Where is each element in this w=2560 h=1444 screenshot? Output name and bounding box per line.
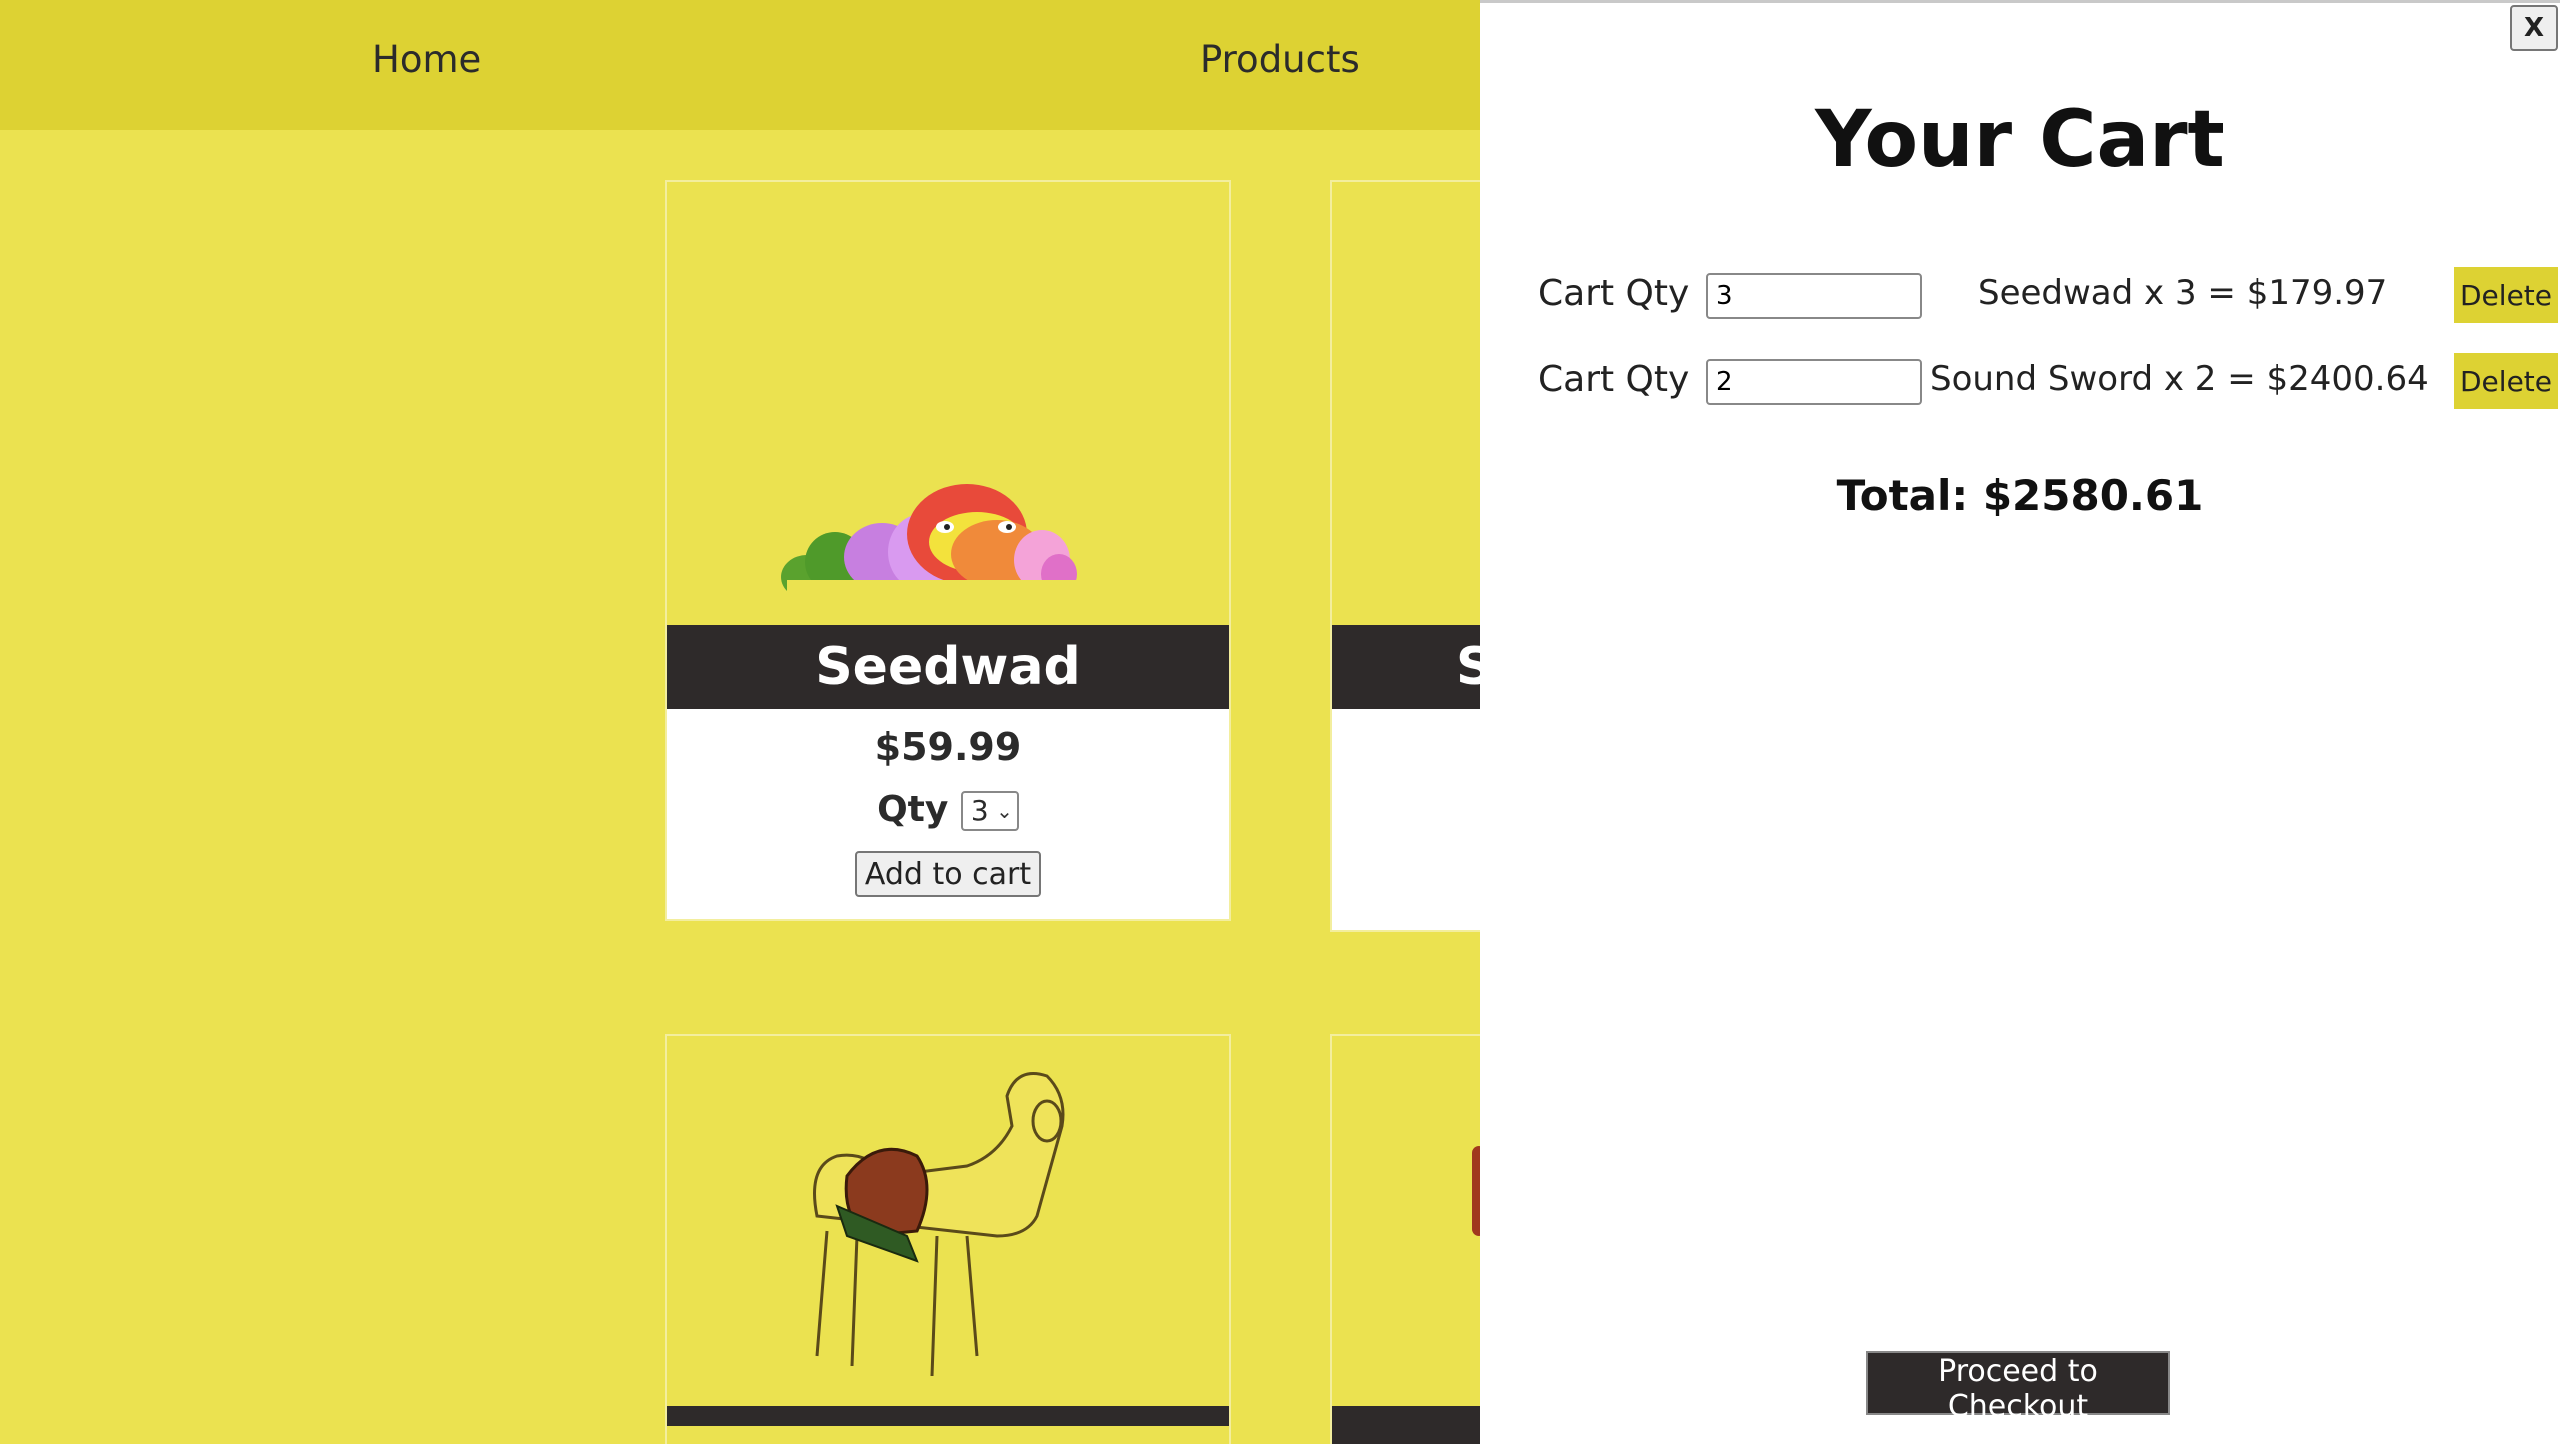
product-image [1472, 1146, 1480, 1236]
cart-title: Your Cart [1815, 95, 2225, 185]
delete-button[interactable]: Delete [2454, 267, 2558, 323]
cart-line-text: Seedwad x 3 = $179.97 [1978, 273, 2388, 313]
cart-total: Total: $2580.61 [1836, 471, 2204, 520]
nav-home-link[interactable]: Home [372, 38, 481, 81]
product-card [1330, 1034, 1480, 1444]
checkout-button[interactable]: Proceed to Checkout [1866, 1351, 2170, 1424]
cart-line-text: Sound Sword x 2 = $2400.64 [1930, 359, 2429, 399]
qty-select[interactable]: 3 ⌄ [960, 791, 1019, 831]
top-nav: Home Products [0, 0, 1480, 130]
product-page: Home Products Seedwad $59.99 Qty 3 ⌄ Add… [0, 0, 1480, 1444]
delete-button[interactable]: Delete [2454, 353, 2558, 409]
product-title: S [1332, 625, 1480, 709]
product-price: $59.99 [874, 725, 1022, 769]
close-button[interactable]: X [2510, 5, 2558, 51]
product-image [667, 182, 1229, 625]
qty-label: Qty [877, 789, 949, 830]
cart-qty-input[interactable] [1706, 273, 1922, 319]
cart-panel: X Your Cart Cart Qty Seedwad x 3 = $179.… [1480, 0, 2560, 1444]
qty-select-value: 3 [970, 794, 989, 827]
product-title: Seedwad [667, 625, 1229, 709]
product-card [665, 1034, 1231, 1444]
cart-qty-label: Cart Qty [1538, 359, 1690, 400]
product-card: S [1330, 180, 1480, 932]
seedwad-illustration [781, 484, 1077, 625]
cart-qty-label: Cart Qty [1538, 273, 1690, 314]
qty-row: Qty 3 ⌄ [667, 789, 1229, 831]
cart-qty-input[interactable] [1706, 359, 1922, 405]
cart-item-row: Cart Qty Sound Sword x 2 = $2400.64 Dele… [1538, 353, 2558, 413]
product-image [1332, 182, 1480, 625]
nav-products-link[interactable]: Products [1200, 38, 1360, 81]
product-card: Seedwad $59.99 Qty 3 ⌄ Add to cart [665, 180, 1231, 921]
camel-illustration [667, 1072, 1229, 1426]
cart-item-row: Cart Qty Seedwad x 3 = $179.97 Delete [1538, 267, 2558, 327]
chevron-down-icon: ⌄ [996, 799, 1013, 823]
add-to-cart-button[interactable]: Add to cart [855, 851, 1041, 897]
product-title-bar [1332, 1406, 1480, 1444]
product-image [667, 1036, 1229, 1426]
